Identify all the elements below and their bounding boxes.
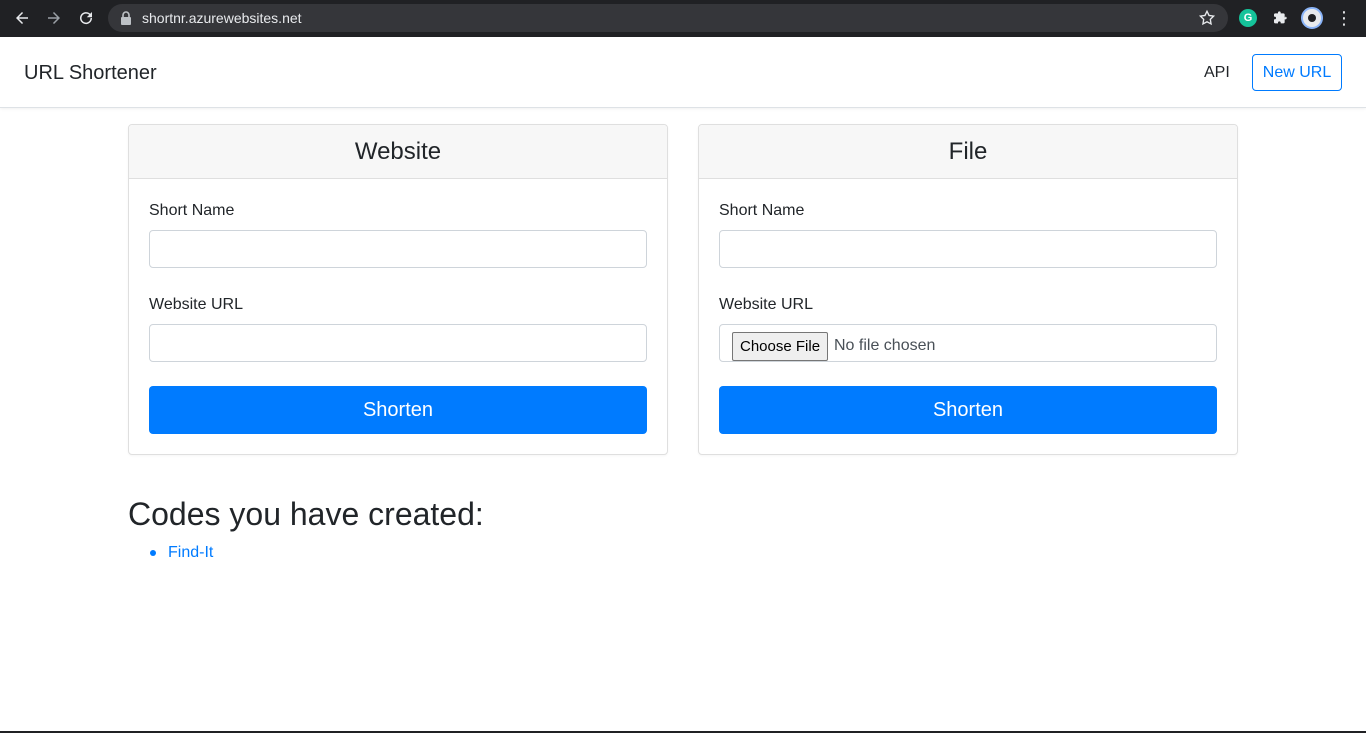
list-item: Find-It (148, 543, 213, 563)
codes-list: Find-It (148, 543, 213, 563)
brand-title[interactable]: URL Shortener (24, 62, 157, 85)
api-link[interactable]: API (1204, 64, 1230, 82)
star-icon[interactable] (1198, 9, 1216, 27)
url-text[interactable]: shortnr.azurewebsites.net (142, 10, 302, 26)
file-short-name-label: Short Name (719, 202, 805, 219)
short-name-label: Short Name (149, 202, 235, 219)
file-url-label: Website URL (719, 296, 813, 313)
puzzle-icon[interactable] (1271, 9, 1289, 27)
reload-icon[interactable] (74, 6, 98, 30)
codes-heading: Codes you have created: (128, 496, 484, 532)
browser-toolbar: shortnr.azurewebsites.net G ⋮ (0, 0, 1366, 37)
file-shorten-button[interactable]: Shorten (719, 386, 1217, 434)
address-bar[interactable]: shortnr.azurewebsites.net (108, 4, 1228, 32)
new-url-button[interactable]: New URL (1252, 54, 1342, 91)
lock-icon[interactable] (120, 11, 132, 25)
website-short-name-input[interactable] (149, 230, 647, 268)
website-shorten-button[interactable]: Shorten (149, 386, 647, 434)
website-card: Website Short Name Website URL Shorten (128, 124, 668, 455)
website-url-input[interactable] (149, 324, 647, 362)
choose-file-button[interactable]: Choose File (732, 332, 829, 361)
app-navbar: URL Shortener API New URL (0, 37, 1366, 108)
file-card-title: File (699, 125, 1237, 179)
grammarly-icon[interactable]: G (1239, 9, 1257, 27)
file-short-name-input[interactable] (719, 230, 1217, 268)
menu-icon[interactable]: ⋮ (1335, 9, 1353, 27)
website-url-label: Website URL (149, 296, 243, 313)
profile-icon[interactable] (1301, 7, 1323, 29)
forward-icon[interactable] (42, 6, 66, 30)
file-status-text: No file chosen (834, 337, 936, 354)
website-card-title: Website (129, 125, 667, 179)
code-link[interactable]: Find-It (168, 544, 213, 561)
file-input[interactable]: Choose File No file chosen (719, 324, 1217, 362)
file-card: File Short Name Website URL Choose File … (698, 124, 1238, 455)
back-icon[interactable] (10, 6, 34, 30)
